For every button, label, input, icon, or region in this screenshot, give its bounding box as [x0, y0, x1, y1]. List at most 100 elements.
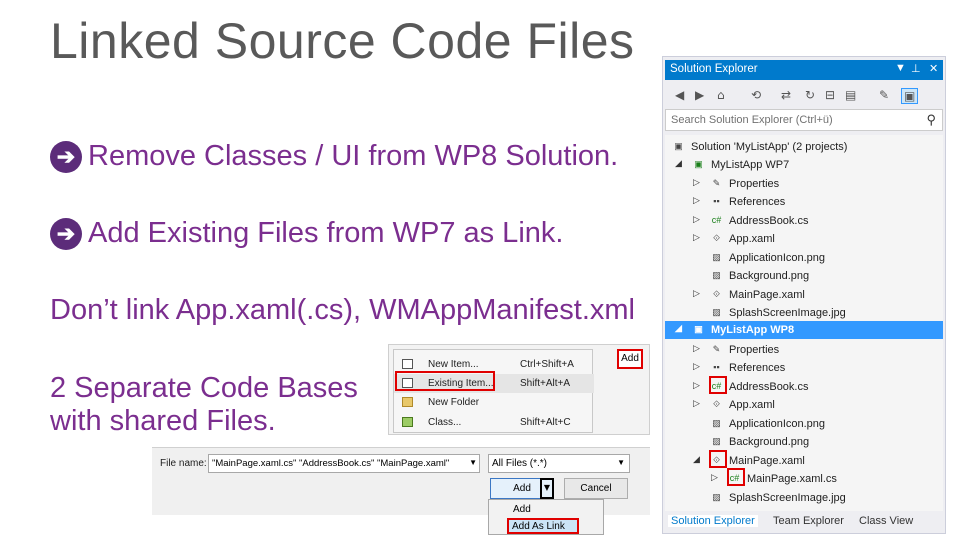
note-line-1: 2 Separate Code Bases — [50, 372, 358, 404]
tree-row-project-wp8[interactable]: ◢ ▣ MyListApp WP8 — [665, 321, 943, 339]
preview-icon[interactable]: ▣ — [901, 88, 919, 104]
add-menu-label[interactable]: Add — [617, 349, 643, 369]
collapse-all-icon[interactable]: ⊟ — [825, 88, 835, 102]
solution-icon: ▣ — [674, 141, 683, 151]
tree-row-mainpage-cs-linked[interactable]: ▷ c# MainPage.xaml.cs — [665, 470, 943, 488]
tree-row-background[interactable]: ▨ Background.png — [665, 433, 943, 451]
image-file-icon: ▨ — [712, 492, 721, 502]
note-line-2: with shared Files. — [50, 405, 276, 437]
tree-row-splash[interactable]: ▨ SplashScreenImage.jpg — [665, 304, 943, 322]
collapsed-arrow-icon[interactable]: ▷ — [693, 288, 700, 299]
dropdown-item-add-as-link[interactable]: Add As Link — [507, 518, 579, 534]
bullet-remove-classes: ➔ Remove Classes / UI from WP8 Solution. — [50, 140, 618, 173]
menu-item-new-folder[interactable]: New Folder — [394, 393, 594, 412]
tree-row-text: Background.png — [729, 270, 810, 282]
collapsed-arrow-icon[interactable]: ▷ — [693, 398, 700, 409]
tree-row-splash[interactable]: ▨ SplashScreenImage.jpg — [665, 489, 943, 507]
dropdown-item-add[interactable]: Add — [513, 504, 531, 515]
tab-team-explorer[interactable]: Team Explorer — [773, 515, 844, 527]
home-icon[interactable]: ⌂ — [717, 88, 725, 102]
solution-search-input[interactable]: Search Solution Explorer (Ctrl+ü) ⚲ — [665, 109, 943, 131]
class-icon — [402, 417, 413, 427]
history-icon[interactable]: ⟲ — [751, 88, 761, 102]
linked-highlight-box — [709, 450, 727, 468]
pin-icon[interactable]: ⊥ — [911, 62, 921, 75]
folder-icon — [402, 397, 413, 407]
collapsed-arrow-icon[interactable]: ▷ — [693, 361, 700, 372]
refresh-icon[interactable]: ↻ — [805, 88, 815, 102]
chevron-down-icon[interactable]: ▼ — [469, 458, 477, 467]
search-placeholder: Search Solution Explorer (Ctrl+ü) — [671, 114, 833, 126]
tree-row-background[interactable]: ▨ Background.png — [665, 267, 943, 285]
tree-row-mainpage[interactable]: ▷ ⟐ MainPage.xaml — [665, 286, 943, 304]
tree-row-addressbook-linked[interactable]: ▷ c# AddressBook.cs — [665, 378, 943, 396]
collapsed-arrow-icon[interactable]: ▷ — [711, 472, 718, 483]
dropdown-icon[interactable]: ▼ — [895, 62, 906, 74]
show-all-files-icon[interactable]: ▤ — [845, 88, 856, 102]
project-icon: ▣ — [694, 324, 703, 334]
cancel-button[interactable]: Cancel — [564, 478, 628, 499]
tree-row-text: MainPage.xaml — [729, 455, 805, 467]
menu-item-class[interactable]: Class... Shift+Alt+C — [394, 413, 594, 432]
wrench-icon: ✎ — [712, 344, 721, 354]
tree-row-text: MyListApp WP8 — [711, 324, 795, 336]
arrow-circle-icon: ➔ — [50, 217, 82, 250]
tree-row-addressbook[interactable]: ▷ c# AddressBook.cs — [665, 212, 943, 230]
bullet-text: Add Existing Files from WP7 as Link. — [88, 217, 564, 249]
collapsed-arrow-icon[interactable]: ▷ — [693, 343, 700, 354]
menu-item-label: New Folder — [428, 397, 480, 408]
tree-row-text: Solution 'MyListApp' (2 projects) — [691, 141, 848, 153]
references-icon: ▪▪ — [713, 362, 720, 372]
close-icon[interactable]: ✕ — [929, 62, 938, 75]
tree-row-project-wp7[interactable]: ◢ ▣ MyListApp WP7 — [665, 156, 943, 174]
collapsed-arrow-icon[interactable]: ▷ — [693, 214, 700, 225]
back-icon[interactable]: ◀ — [675, 88, 684, 102]
menu-item-shortcut: Ctrl+Shift+A — [520, 359, 574, 370]
image-file-icon: ▨ — [712, 307, 721, 317]
project-icon: ▣ — [694, 159, 703, 169]
xaml-file-icon: ⟐ — [712, 233, 721, 243]
collapsed-arrow-icon[interactable]: ▷ — [693, 195, 700, 206]
file-type-select[interactable]: All Files (*.*) ▼ — [488, 454, 630, 473]
add-split-dropdown[interactable]: ▼ — [540, 478, 554, 499]
highlight-box — [395, 371, 495, 391]
new-item-icon — [402, 359, 413, 369]
chevron-down-icon[interactable]: ▼ — [617, 458, 625, 467]
tree-row-properties[interactable]: ▷ ✎ Properties — [665, 175, 943, 193]
tree-row-mainpage-linked[interactable]: ◢ ⟐ MainPage.xaml — [665, 452, 943, 470]
file-name-input[interactable]: "MainPage.xaml.cs" "AddressBook.cs" "Mai… — [208, 454, 480, 473]
solution-explorer-panel: Solution Explorer ▼ ⊥ ✕ ◀ ▶ ⌂ ⟲ ⇄ ↻ ⊟ ▤ … — [662, 56, 946, 534]
tree-row-properties[interactable]: ▷ ✎ Properties — [665, 341, 943, 359]
tree-row-appicon[interactable]: ▨ ApplicationIcon.png — [665, 415, 943, 433]
forward-icon[interactable]: ▶ — [695, 88, 704, 102]
solution-explorer-tabs: Solution Explorer Team Explorer Class Vi… — [665, 511, 943, 533]
tab-solution-explorer[interactable]: Solution Explorer — [668, 515, 758, 527]
image-file-icon: ▨ — [712, 252, 721, 262]
collapsed-arrow-icon[interactable]: ▷ — [693, 380, 700, 391]
tree-row-app-xaml[interactable]: ▷ ⟐ App.xaml — [665, 230, 943, 248]
tree-row-app-xaml[interactable]: ▷ ⟐ App.xaml — [665, 396, 943, 414]
bullet-add-existing: ➔ Add Existing Files from WP7 as Link. — [50, 217, 563, 250]
collapsed-arrow-icon[interactable]: ▷ — [693, 177, 700, 188]
expanded-arrow-icon[interactable]: ◢ — [675, 323, 682, 334]
tree-row-text: MainPage.xaml — [729, 289, 805, 301]
tree-row-references[interactable]: ▷ ▪▪ References — [665, 193, 943, 211]
tree-row-text: ApplicationIcon.png — [729, 252, 826, 264]
collapsed-arrow-icon[interactable]: ▷ — [693, 232, 700, 243]
sync-icon[interactable]: ⇄ — [781, 88, 791, 102]
add-dropdown-menu: Add Add As Link — [488, 499, 604, 535]
tab-class-view[interactable]: Class View — [859, 515, 913, 527]
properties-wrench-icon[interactable]: ✎ — [879, 88, 889, 102]
arrow-circle-icon: ➔ — [50, 140, 82, 173]
search-icon[interactable]: ⚲ — [926, 112, 936, 128]
solution-explorer-titlebar: Solution Explorer ▼ ⊥ ✕ — [665, 60, 943, 80]
tree-row-references[interactable]: ▷ ▪▪ References — [665, 359, 943, 377]
expanded-arrow-icon[interactable]: ◢ — [693, 454, 700, 465]
file-name-label: File name: — [160, 458, 207, 469]
expanded-arrow-icon[interactable]: ◢ — [675, 158, 682, 169]
tree-row-appicon[interactable]: ▨ ApplicationIcon.png — [665, 249, 943, 267]
image-file-icon: ▨ — [712, 418, 721, 428]
tree-row-text: Background.png — [729, 436, 810, 448]
tree-row-text: MyListApp WP7 — [711, 159, 790, 171]
tree-row-solution[interactable]: ▣ Solution 'MyListApp' (2 projects) — [665, 138, 943, 156]
